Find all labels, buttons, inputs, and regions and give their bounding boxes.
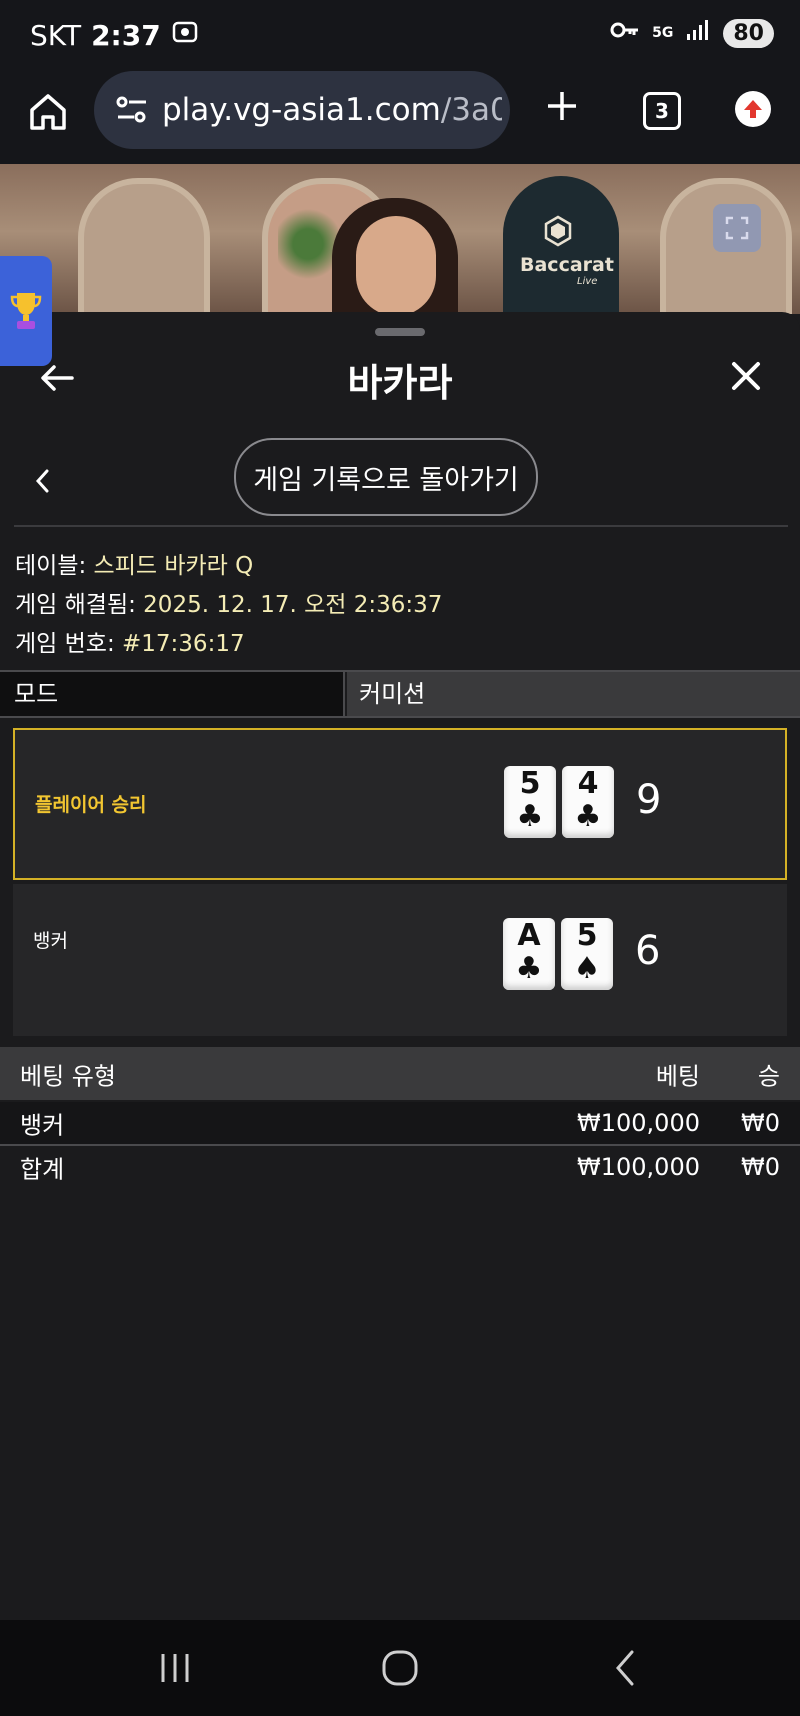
baccarat-logo-icon [544, 215, 572, 247]
update-button[interactable] [735, 91, 771, 127]
total-win-cell: ₩0 [741, 1153, 780, 1181]
screenshot-icon [171, 18, 199, 53]
url-path: /3a05f [440, 92, 502, 128]
playing-card: 5 ♣ [504, 766, 556, 838]
club-icon: ♣ [515, 951, 543, 986]
total-label-cell: 합계 [20, 1155, 65, 1184]
previous-button[interactable] [30, 464, 56, 498]
table-info: 테이블: 스피드 바카라 Q [15, 546, 253, 580]
system-navigation-bar [0, 1620, 800, 1716]
trophy-icon [10, 293, 42, 329]
info-value: 2025. 12. 17. 오전 2:36:37 [143, 592, 443, 618]
bet-type-cell: 뱅커 [20, 1111, 65, 1140]
spade-icon: ♠ [573, 951, 601, 986]
banker-score: 6 [635, 928, 661, 974]
player-result-label: 플레이어 승리 [35, 794, 147, 816]
clock: 2:37 [91, 19, 161, 52]
key-icon [610, 20, 640, 46]
playing-card: 4 ♣ [562, 766, 614, 838]
browser-toolbar: play.vg-asia1.com/3a05f 3 [0, 68, 800, 164]
club-icon: ♣ [574, 799, 602, 834]
bet-amount-cell: ₩100,000 [577, 1109, 700, 1137]
game-detail-panel: 바카라 게임 기록으로 돌아가기 테이블: 스피드 바카라 Q 게임 해결됨: … [0, 312, 800, 1620]
dealer-face [356, 216, 436, 314]
baccarat-logo-text: Baccarat [520, 254, 614, 276]
info-value: 스피드 바카라 Q [93, 553, 254, 579]
drag-handle[interactable] [375, 328, 425, 336]
home-circle-icon [382, 1650, 418, 1686]
plus-icon [548, 92, 576, 120]
card-rank: A [517, 918, 541, 953]
live-video-feed[interactable]: Baccarat Live [0, 164, 800, 314]
back-nav-button[interactable] [606, 1646, 646, 1694]
back-to-history-button[interactable]: 게임 기록으로 돌아가기 [234, 438, 538, 516]
status-bar: SKT 2:37 5G 80 [0, 0, 800, 68]
status-right: 5G 80 [610, 18, 774, 48]
recent-apps-icon [161, 1654, 189, 1682]
settled-info: 게임 해결됨: 2025. 12. 17. 오전 2:36:37 [15, 585, 442, 619]
close-icon [732, 362, 760, 390]
home-button[interactable] [24, 88, 72, 136]
panel-title: 바카라 [347, 361, 453, 405]
bet-table-header: 베팅 유형 베팅 승 [0, 1047, 800, 1100]
player-hand: 플레이어 승리 5 ♣ 4 ♣ 9 [13, 728, 787, 880]
column-bet: 베팅 [655, 1062, 700, 1090]
round-info: 게임 번호: #17:36:17 [15, 624, 245, 658]
club-icon: ♣ [516, 799, 544, 834]
banker-label: 뱅커 [33, 930, 68, 952]
background-arch [78, 178, 210, 314]
banker-hand: 뱅커 A ♣ 5 ♠ 6 [13, 884, 787, 1036]
signal-icon [685, 18, 711, 48]
divider [14, 525, 788, 527]
chevron-left-icon [35, 469, 49, 493]
home-nav-button[interactable] [378, 1646, 422, 1694]
status-left: SKT 2:37 [30, 18, 199, 53]
close-button[interactable] [726, 356, 766, 396]
carrier-label: SKT [30, 19, 82, 52]
fullscreen-button[interactable] [713, 204, 761, 252]
new-tab-button[interactable] [538, 82, 586, 130]
battery-indicator: 80 [723, 18, 774, 48]
playing-card: A ♣ [503, 918, 555, 990]
info-label: 테이블: [15, 553, 94, 579]
recent-apps-button[interactable] [155, 1648, 195, 1692]
mode-label: 모드 [0, 672, 345, 716]
info-label: 게임 해결됨: [15, 592, 144, 618]
table-row: 뱅커 ₩100,000 ₩0 [0, 1102, 800, 1146]
info-label: 게임 번호: [15, 631, 123, 657]
arrow-up-icon [744, 100, 762, 118]
trophy-tab[interactable] [0, 256, 52, 366]
column-win: 승 [757, 1062, 780, 1090]
mode-value: 커미션 [347, 672, 800, 716]
win-amount-cell: ₩0 [741, 1109, 780, 1137]
playing-card: 5 ♠ [561, 918, 613, 990]
card-rank: 4 [577, 766, 599, 801]
address-bar[interactable]: play.vg-asia1.com/3a05f [94, 71, 510, 149]
card-rank: 5 [576, 918, 598, 953]
player-score: 9 [636, 777, 662, 823]
table-row-total: 합계 ₩100,000 ₩0 [0, 1146, 800, 1188]
info-value: #17:36:17 [122, 631, 245, 657]
card-rank: 5 [519, 766, 541, 801]
decoration-plant [278, 204, 338, 284]
back-chevron-icon [616, 1650, 634, 1686]
network-label: 5G [652, 25, 674, 41]
site-settings-icon[interactable] [114, 92, 150, 128]
total-bet-cell: ₩100,000 [577, 1153, 700, 1181]
tab-switcher-button[interactable]: 3 [643, 92, 681, 130]
column-bet-type: 베팅 유형 [20, 1062, 116, 1090]
expand-icon [725, 216, 749, 240]
home-icon [30, 94, 66, 130]
mode-row: 모드 커미션 [0, 670, 800, 718]
baccarat-logo-subtext: Live [577, 276, 598, 287]
url-domain: play.vg-asia1.com [162, 92, 441, 128]
url-text[interactable]: play.vg-asia1.com/3a05f [162, 92, 502, 128]
